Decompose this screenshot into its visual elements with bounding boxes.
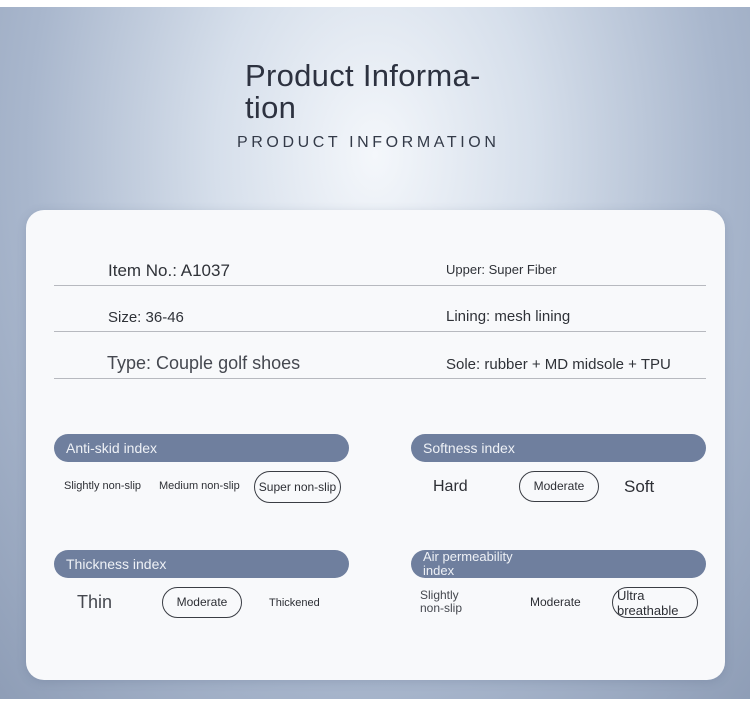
page-title: Product Informa- tion: [245, 58, 481, 125]
air-permeability-selected-pill: Ultra breathable: [612, 587, 698, 618]
spec-sole: Sole: rubber + MD midsole + TPU: [446, 356, 671, 373]
divider-2: [54, 331, 706, 332]
thickness-selected-pill: Moderate: [162, 587, 242, 618]
softness-selected-pill: Moderate: [519, 471, 599, 502]
spec-lining: Lining: mesh lining: [446, 308, 571, 325]
air-permeability-index-header: Air permeability index: [411, 550, 706, 578]
bottom-border: [0, 699, 750, 706]
anti-skid-option: Slightly non-slip: [64, 480, 142, 492]
softness-index-header: Softness index: [411, 434, 706, 462]
softness-option: Soft: [624, 477, 655, 496]
softness-option: Hard: [433, 478, 468, 495]
spec-item-no: Item No.: A1037: [108, 261, 230, 280]
air-permeability-option: Moderate: [530, 595, 581, 609]
anti-skid-option: Medium non-slip: [159, 480, 240, 492]
spec-type: Type: Couple golf shoes: [107, 353, 301, 373]
anti-skid-selected-pill: Super non-slip: [254, 471, 341, 503]
thickness-option: Thickened: [269, 597, 320, 609]
anti-skid-index-header: Anti-skid index: [54, 434, 349, 462]
air-permeability-option: Slightly non-slip: [420, 588, 463, 615]
thickness-index-header: Thickness index: [54, 550, 349, 578]
spec-upper: Upper: Super Fiber: [446, 262, 557, 277]
divider-1: [54, 285, 706, 286]
spec-size: Size: 36-46: [108, 309, 184, 326]
divider-3: [54, 378, 706, 379]
top-border: [0, 0, 750, 7]
page-subtitle: PRODUCT INFORMATION: [237, 134, 500, 151]
thickness-option: Thin: [77, 592, 113, 612]
